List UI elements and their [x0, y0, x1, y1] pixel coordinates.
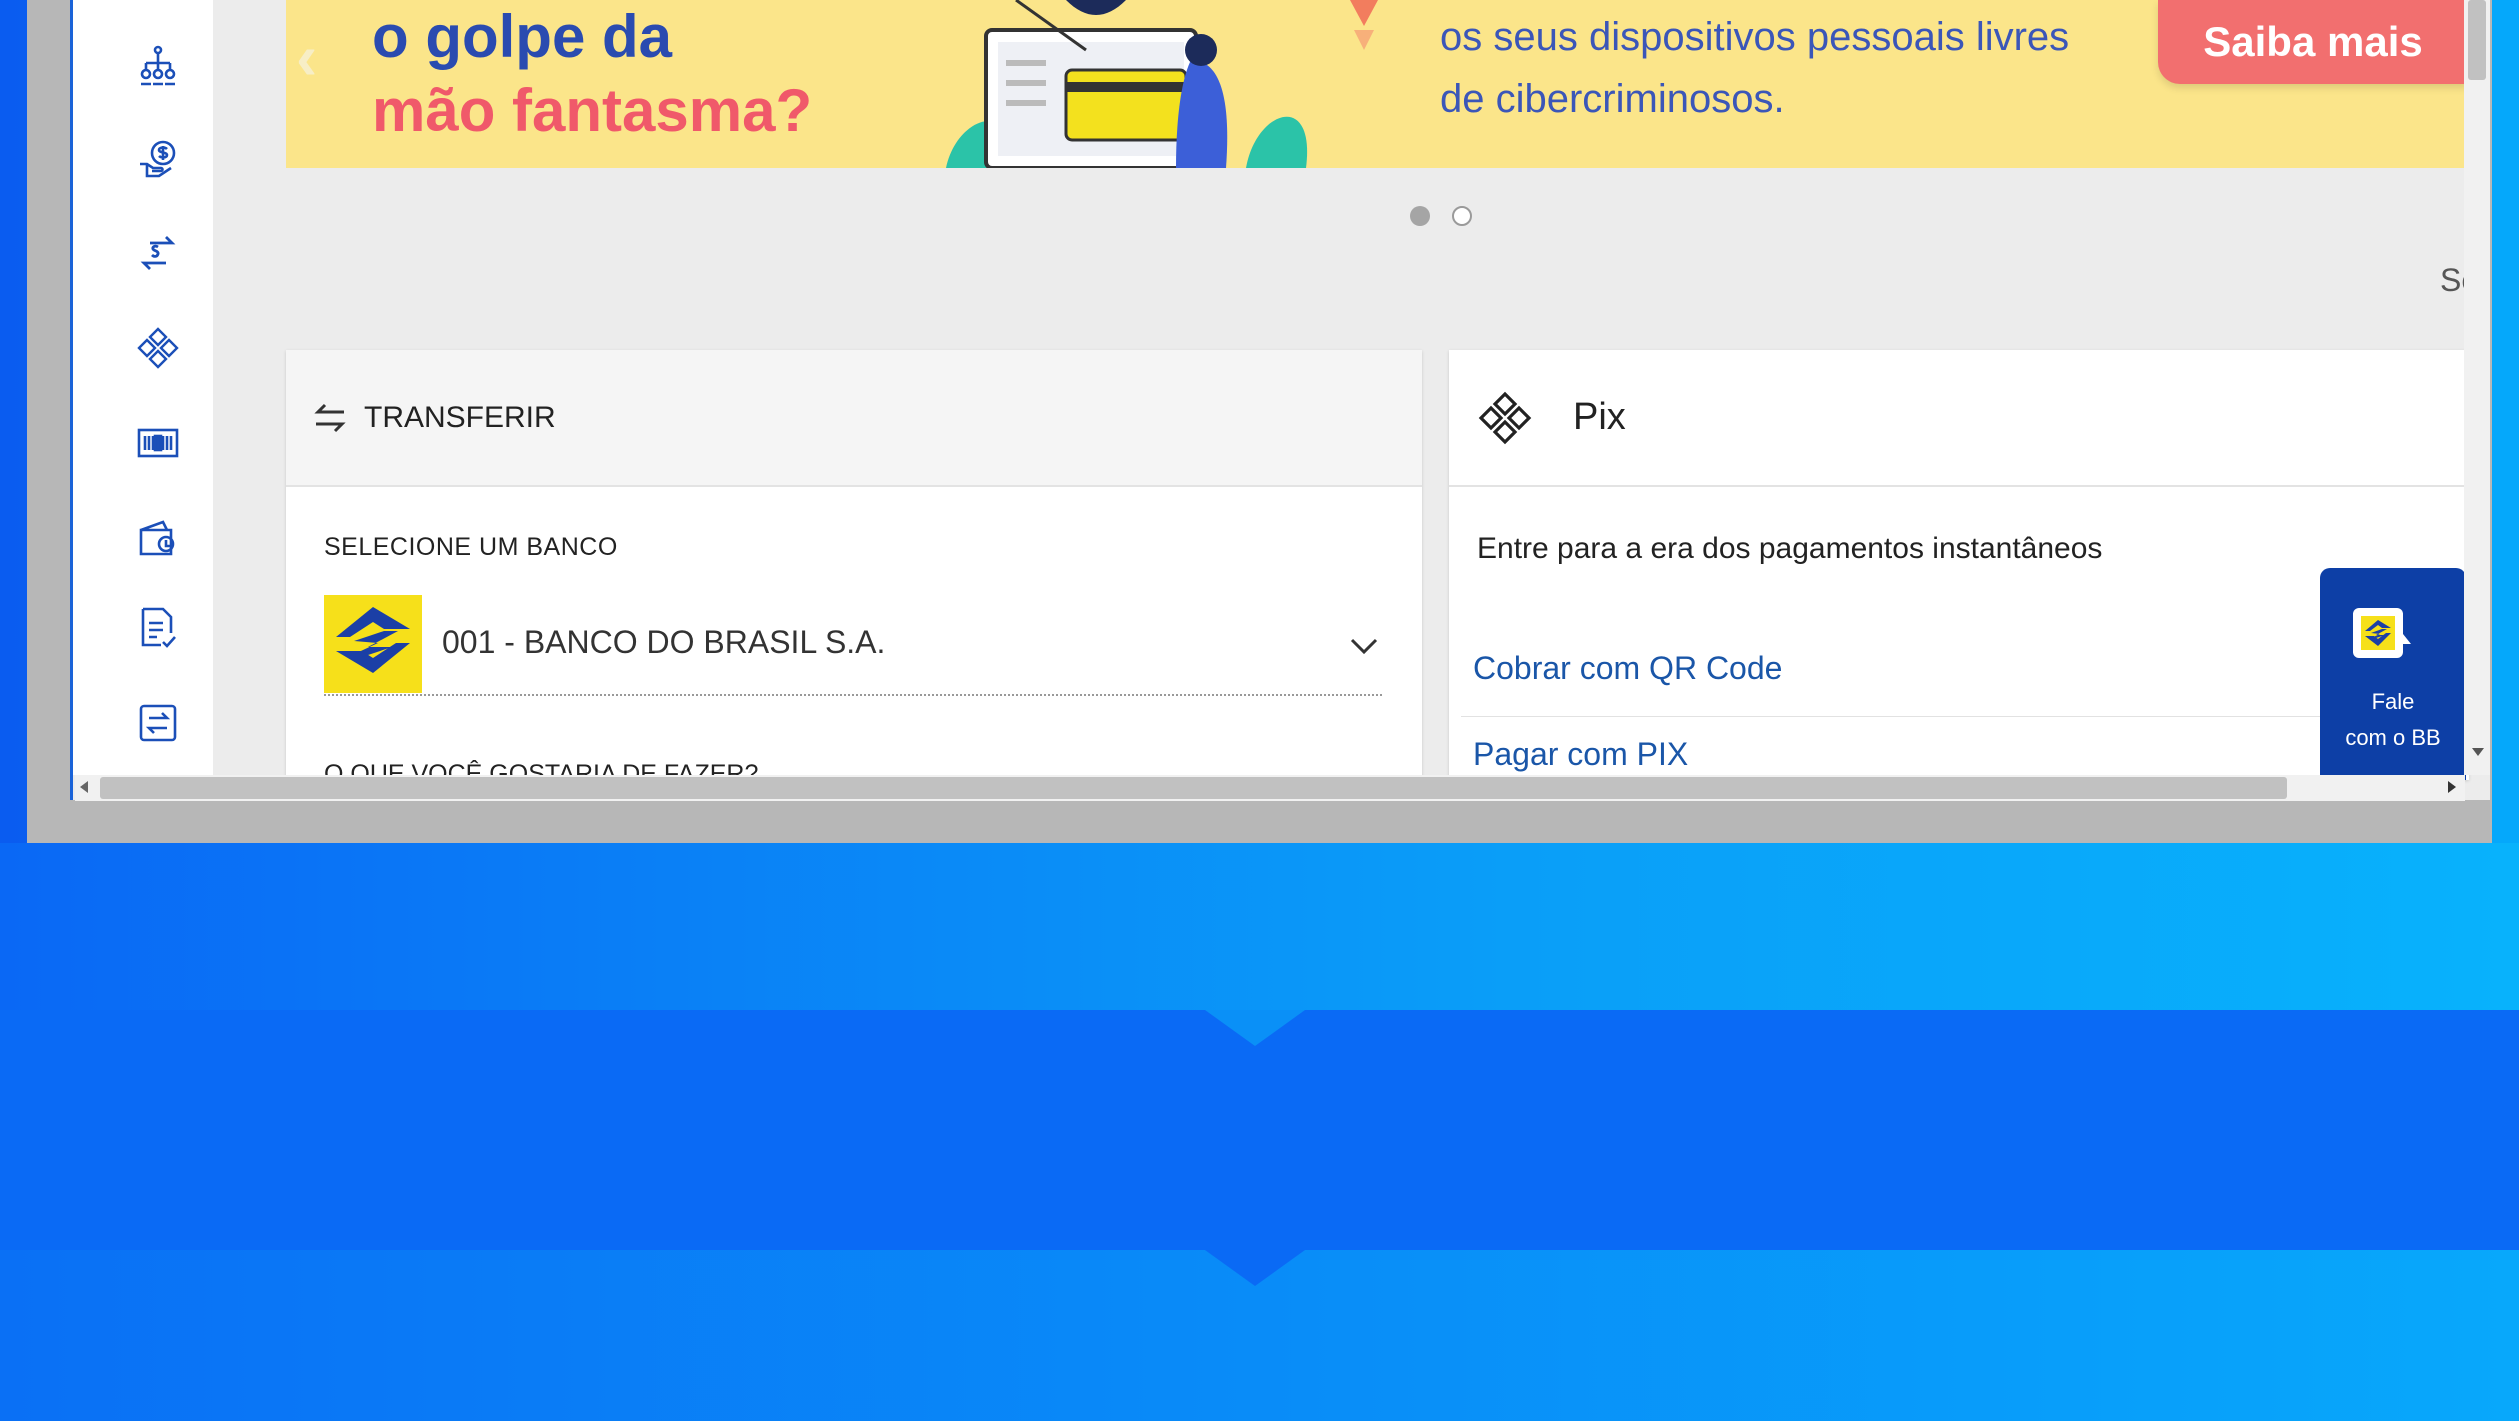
- boleto-icon[interactable]: [135, 420, 181, 466]
- background-band: [0, 1010, 2519, 1250]
- scroll-right-arrow-icon[interactable]: [2448, 781, 2456, 793]
- banner-arrow-decoration: [1350, 0, 1378, 50]
- exchange-icon[interactable]: [135, 700, 181, 746]
- pix-link-divider: [1461, 716, 2421, 717]
- chat-bubble-bb-icon: [2353, 608, 2411, 658]
- transfer-card: TRANSFERIR SELECIONE UM BANCO 001 - BANC…: [286, 350, 1422, 780]
- scroll-down-arrow-icon[interactable]: [2472, 748, 2484, 756]
- bank-select-underline: [324, 694, 1382, 696]
- transfer-arrows-icon[interactable]: [135, 230, 181, 276]
- fale-com-bb-label: Fale com o BB: [2320, 684, 2466, 756]
- pix-icon: [1478, 391, 1532, 444]
- banner-illustration: [946, 0, 1308, 168]
- pagar-pix-link[interactable]: Pagar com PIX: [1473, 736, 1688, 773]
- banner-body-line1: os seus dispositivos pessoais livres: [1440, 15, 2070, 59]
- pix-card: Pix Entre para a era dos pagamentos inst…: [1449, 350, 2469, 780]
- transfer-card-header: TRANSFERIR: [286, 350, 1422, 487]
- carousel-dot-active[interactable]: [1410, 206, 1430, 226]
- select-bank-label: SELECIONE UM BANCO: [324, 533, 618, 561]
- cobrar-qr-code-link[interactable]: Cobrar com QR Code: [1473, 650, 1782, 687]
- banner-body: os seus dispositivos pessoais livres de …: [1440, 6, 2069, 130]
- pix-subtitle: Entre para a era dos pagamentos instantâ…: [1477, 532, 2103, 565]
- promo-banner: o golpe da mão fantasma? os seus disposi…: [286, 0, 2464, 168]
- pix-card-header: Pix: [1449, 350, 2469, 487]
- transfer-arrows-icon: [314, 403, 346, 432]
- saiba-mais-button[interactable]: Saiba mais: [2158, 0, 2464, 84]
- background-notch: [1205, 1010, 1305, 1046]
- money-hand-icon[interactable]: [135, 137, 181, 183]
- banco-do-brasil-logo: [324, 595, 422, 693]
- vertical-scrollbar[interactable]: [2464, 0, 2490, 775]
- fale-label-line1: Fale: [2371, 689, 2415, 714]
- carousel-dot[interactable]: [1452, 206, 1472, 226]
- background-notch: [1205, 1250, 1305, 1286]
- wallet-icon[interactable]: [135, 515, 181, 561]
- document-check-icon[interactable]: [135, 605, 181, 651]
- banner-headline-line1: o golpe da: [372, 3, 672, 70]
- pix-title: Pix: [1573, 396, 1626, 438]
- banner-body-line2: de cibercriminosos.: [1440, 77, 1785, 121]
- banner-headline-line2: mão fantasma?: [372, 77, 813, 144]
- fale-com-bb-button[interactable]: Fale com o BB: [2320, 568, 2466, 780]
- horizontal-scrollbar-thumb[interactable]: [100, 777, 2287, 799]
- scroll-left-arrow-icon[interactable]: [80, 781, 88, 793]
- org-chart-icon[interactable]: [135, 42, 181, 88]
- fale-label-line2: com o BB: [2345, 725, 2441, 750]
- bank-select-value[interactable]: 001 - BANCO DO BRASIL S.A.: [442, 624, 885, 661]
- pix-icon[interactable]: [135, 325, 181, 371]
- chevron-down-icon[interactable]: [1346, 628, 1382, 664]
- carousel-prev-arrow[interactable]: ‹: [296, 20, 317, 94]
- transfer-title: TRANSFERIR: [364, 400, 556, 434]
- vertical-scrollbar-thumb[interactable]: [2468, 0, 2486, 80]
- sidebar: [73, 0, 213, 775]
- background-band: [0, 843, 2519, 1011]
